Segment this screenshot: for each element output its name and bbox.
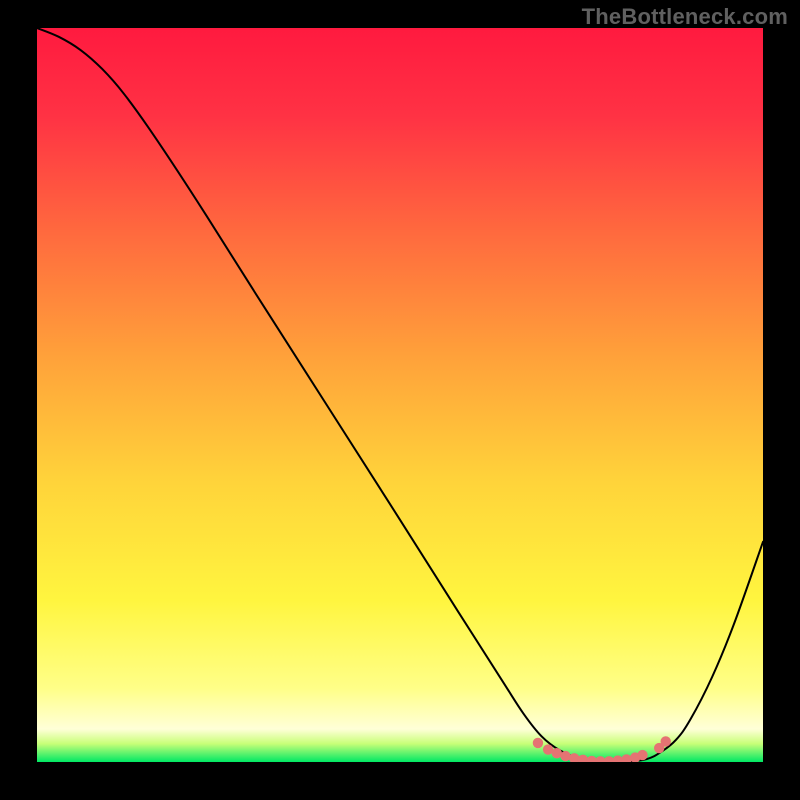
watermark-text: TheBottleneck.com	[582, 4, 788, 30]
optimal-point	[637, 750, 647, 760]
optimal-point	[661, 736, 671, 746]
optimal-point	[560, 751, 570, 761]
chart-background	[37, 28, 763, 762]
chart-plot-area	[37, 28, 763, 762]
optimal-point	[533, 738, 543, 748]
